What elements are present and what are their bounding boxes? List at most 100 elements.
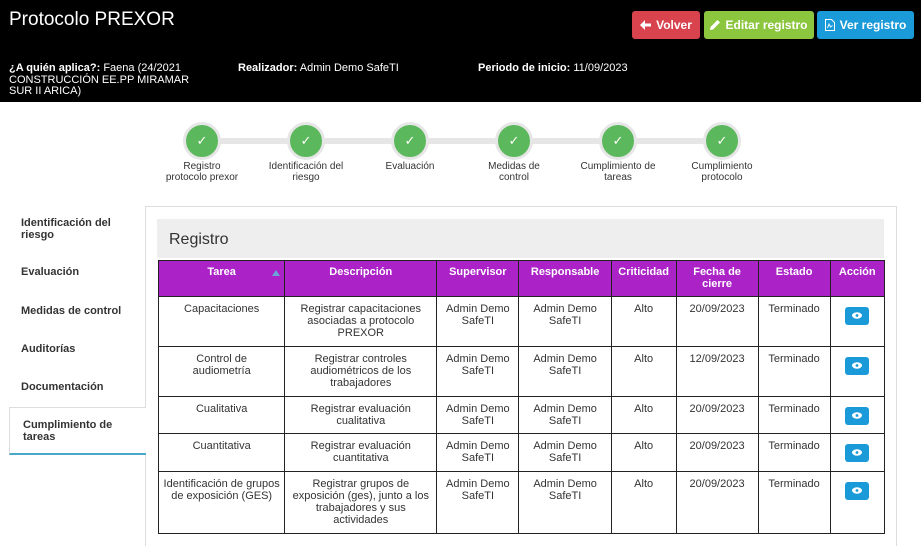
check-icon: ✓ xyxy=(495,122,533,160)
progress-stepper: ✓ Registro protocolo prexor ✓ Identifica… xyxy=(150,118,790,198)
column-header-supervisor[interactable]: Supervisor xyxy=(436,260,520,297)
cell-descripcion: Registrar grupos de exposición (ges), ju… xyxy=(284,471,438,534)
view-task-button[interactable] xyxy=(845,307,870,325)
cell-responsable: Admin Demo SafeTI xyxy=(518,296,612,347)
step-cumplimiento-protocolo[interactable]: ✓ Cumplimiento protocolo xyxy=(682,122,762,183)
cell-descripcion: Registrar evaluación cualitativa xyxy=(284,396,438,434)
cell-tarea: Cuantitativa xyxy=(157,433,286,472)
view-task-button[interactable] xyxy=(845,357,870,375)
edit-record-button[interactable]: Editar registro xyxy=(704,11,814,39)
cell-estado: Terminado xyxy=(757,433,831,472)
view-task-button[interactable] xyxy=(845,444,870,462)
sidebar-item-identificacion[interactable]: Identificación del riesgo xyxy=(9,217,119,241)
step-identificacion[interactable]: ✓ Identificación del riesgo xyxy=(266,122,346,183)
section-header: Registro xyxy=(157,219,884,258)
cell-responsable: Admin Demo SafeTI xyxy=(518,346,612,397)
step-medidas[interactable]: ✓ Medidas de control xyxy=(474,122,554,183)
step-evaluacion[interactable]: ✓ Evaluación xyxy=(370,122,450,172)
start-period-info: Periodo de inicio: 11/09/2023 xyxy=(478,62,628,75)
column-header-estado[interactable]: Estado xyxy=(757,260,831,297)
column-header-responsable[interactable]: Responsable xyxy=(518,260,612,297)
eye-icon xyxy=(852,487,863,494)
cell-supervisor: Admin Demo SafeTI xyxy=(436,296,520,347)
table-row: Identificación de grupos de exposición (… xyxy=(157,471,886,534)
start-period-label: Periodo de inicio: xyxy=(478,62,571,74)
tasks-table: Tarea Descripción Supervisor Responsable… xyxy=(157,260,886,534)
arrow-left-icon xyxy=(640,20,652,30)
eye-icon xyxy=(852,412,863,419)
cell-supervisor: Admin Demo SafeTI xyxy=(436,396,520,434)
edit-record-label: Editar registro xyxy=(725,18,808,32)
step-label: Identificación del riesgo xyxy=(268,161,344,183)
view-task-button[interactable] xyxy=(845,482,870,500)
cell-tarea: Capacitaciones xyxy=(157,296,286,347)
cell-criticidad: Alto xyxy=(610,433,677,472)
step-cumplimiento-tareas[interactable]: ✓ Cumplimiento de tareas xyxy=(578,122,658,183)
cell-fecha: 20/09/2023 xyxy=(675,296,759,347)
check-icon: ✓ xyxy=(703,122,741,160)
view-record-button[interactable]: Ver registro xyxy=(817,11,914,39)
column-header-descripcion[interactable]: Descripción xyxy=(284,260,438,297)
realizer-info: Realizador: Admin Demo SafeTI xyxy=(238,62,399,75)
pencil-icon xyxy=(710,20,721,30)
sidebar-item-evaluacion[interactable]: Evaluación xyxy=(9,266,79,279)
column-header-criticidad[interactable]: Criticidad xyxy=(610,260,677,297)
cell-fecha: 20/09/2023 xyxy=(675,433,759,472)
cell-responsable: Admin Demo SafeTI xyxy=(518,433,612,472)
cell-criticidad: Alto xyxy=(610,346,677,397)
sidebar-item-medidas[interactable]: Medidas de control xyxy=(9,305,121,318)
cell-accion xyxy=(829,396,886,434)
table-row: Cualitativa Registrar evaluación cualita… xyxy=(157,396,886,434)
pdf-file-icon xyxy=(824,19,835,31)
cell-fecha: 20/09/2023 xyxy=(675,396,759,434)
cell-descripcion: Registrar controles audiométricos de los… xyxy=(284,346,438,397)
sort-ascending-icon xyxy=(272,270,281,276)
check-icon: ✓ xyxy=(183,122,221,160)
column-header-fecha-cierre[interactable]: Fecha de cierre xyxy=(675,260,759,297)
cell-accion xyxy=(829,471,886,534)
table-header-row: Tarea Descripción Supervisor Responsable… xyxy=(157,260,886,297)
table-row: Control de audiometría Registrar control… xyxy=(157,346,886,397)
realizer-value: Admin Demo SafeTI xyxy=(299,62,399,74)
cell-tarea: Control de audiometría xyxy=(157,346,286,397)
start-period-value: 11/09/2023 xyxy=(573,62,628,74)
step-label: Registro protocolo prexor xyxy=(165,161,239,183)
realizer-label: Realizador: xyxy=(238,62,298,74)
cell-criticidad: Alto xyxy=(610,471,677,534)
table-row: Capacitaciones Registrar capacitaciones … xyxy=(157,296,886,347)
cell-responsable: Admin Demo SafeTI xyxy=(518,396,612,434)
cell-responsable: Admin Demo SafeTI xyxy=(518,471,612,534)
applies-to-info: ¿A quién aplica?: Faena (24/2021 CONSTRU… xyxy=(9,62,209,98)
cell-criticidad: Alto xyxy=(610,296,677,347)
cell-estado: Terminado xyxy=(757,296,831,347)
back-button[interactable]: Volver xyxy=(632,11,700,39)
cell-accion xyxy=(829,433,886,472)
cell-accion xyxy=(829,346,886,397)
cell-tarea: Identificación de grupos de exposición (… xyxy=(157,471,286,534)
cell-descripcion: Registrar evaluación cuantitativa xyxy=(284,433,438,472)
view-record-label: Ver registro xyxy=(839,18,907,32)
sidebar-item-cumplimiento-tareas[interactable]: Cumplimiento de tareas xyxy=(9,407,146,455)
column-header-tarea[interactable]: Tarea xyxy=(157,260,286,297)
step-label: Medidas de control xyxy=(488,161,540,183)
cell-tarea: Cualitativa xyxy=(157,396,286,434)
cell-accion xyxy=(829,296,886,347)
cell-supervisor: Admin Demo SafeTI xyxy=(436,433,520,472)
back-button-label: Volver xyxy=(656,18,692,32)
cell-supervisor: Admin Demo SafeTI xyxy=(436,346,520,397)
page-title: Protocolo PREXOR xyxy=(9,9,175,30)
cell-criticidad: Alto xyxy=(610,396,677,434)
check-icon: ✓ xyxy=(287,122,325,160)
eye-icon xyxy=(852,312,863,319)
cell-estado: Terminado xyxy=(757,471,831,534)
view-task-button[interactable] xyxy=(845,407,870,425)
cell-descripcion: Registrar capacitaciones asociadas a pro… xyxy=(284,296,438,347)
step-label: Cumplimiento de tareas xyxy=(580,161,656,183)
cell-supervisor: Admin Demo SafeTI xyxy=(436,471,520,534)
step-registro[interactable]: ✓ Registro protocolo prexor xyxy=(162,122,242,183)
step-label: Cumplimiento protocolo xyxy=(691,161,753,183)
sidebar-item-documentacion[interactable]: Documentación xyxy=(9,381,104,394)
applies-to-label: ¿A quién aplica?: xyxy=(9,62,101,74)
check-icon: ✓ xyxy=(391,122,429,160)
sidebar-item-auditorias[interactable]: Auditorías xyxy=(9,343,75,356)
